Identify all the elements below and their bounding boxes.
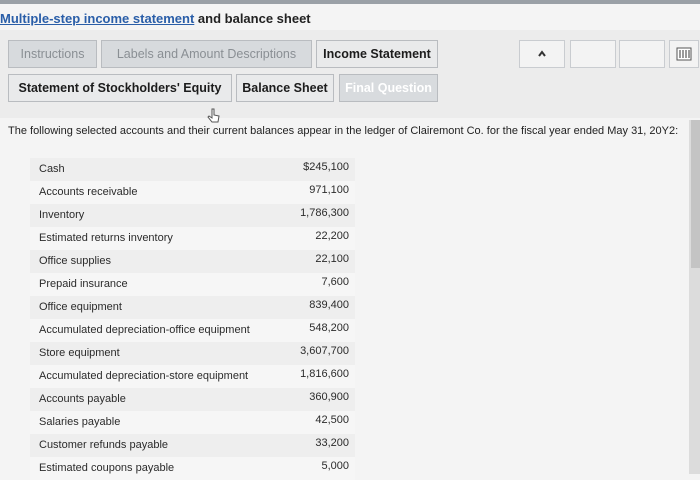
table-row: Estimated coupons payable 5,000 xyxy=(30,457,355,480)
table-row: Inventory 1,786,300 xyxy=(30,204,355,227)
calculator-icon[interactable] xyxy=(669,40,699,68)
account-amount: 7,600 xyxy=(321,276,349,288)
tab-final-question[interactable]: Final Question xyxy=(339,74,438,102)
table-row: Prepaid insurance 7,600 xyxy=(30,273,355,296)
page-title-rest: and balance sheet xyxy=(194,11,311,26)
account-amount: 3,607,700 xyxy=(300,345,349,357)
account-amount: 971,100 xyxy=(309,184,349,196)
account-name: Accounts payable xyxy=(39,393,126,405)
account-amount: 22,100 xyxy=(315,253,349,265)
intro-text: The following selected accounts and thei… xyxy=(8,125,679,137)
accounts-table: Cash $245,100 Accounts receivable 971,100 In… xyxy=(30,158,355,480)
tab-labels-and-amount-descriptions[interactable]: Labels and Amount Descriptions xyxy=(101,40,312,68)
tab-statement-of-stockholders-equity[interactable]: Statement of Stockholders' Equity xyxy=(8,74,232,102)
account-name: Inventory xyxy=(39,209,85,221)
account-amount: 839,400 xyxy=(309,299,349,311)
account-name: Accumulated depreciation-office equipmen… xyxy=(39,324,250,336)
tab-balance-sheet[interactable]: Balance Sheet xyxy=(236,74,334,102)
table-row: Customer refunds payable 33,200 xyxy=(30,434,355,457)
account-name: Estimated coupons payable xyxy=(39,462,175,474)
table-row: Office supplies 22,100 xyxy=(30,250,355,273)
page-title-link[interactable]: Multiple-step income statement xyxy=(0,11,194,26)
table-row: Accounts payable 360,900 xyxy=(30,388,355,411)
table-row: Accumulated depreciation-office equipmen… xyxy=(30,319,355,342)
table-row: Office equipment 839,400 xyxy=(30,296,355,319)
nav-slot-1[interactable] xyxy=(570,40,616,68)
account-amount: 360,900 xyxy=(309,391,349,403)
account-name: Salaries payable xyxy=(39,416,121,428)
top-border xyxy=(0,0,700,4)
table-row: Estimated returns inventory 22,200 xyxy=(30,227,355,250)
account-name: Accounts receivable xyxy=(39,186,138,198)
table-row: Accumulated depreciation-store equipment… xyxy=(30,365,355,388)
account-amount: 5,000 xyxy=(321,460,349,472)
account-name: Estimated returns inventory xyxy=(39,232,173,244)
chevron-left-icon[interactable] xyxy=(519,40,565,68)
tab-instructions[interactable]: Instructions xyxy=(8,40,97,68)
account-name: Customer refunds payable xyxy=(39,439,169,451)
account-amount: 1,786,300 xyxy=(300,207,349,219)
account-amount: $245,100 xyxy=(303,161,349,173)
account-name: Accumulated depreciation-store equipment xyxy=(39,370,249,382)
account-amount: 548,200 xyxy=(309,322,349,334)
table-row: Store equipment 3,607,700 xyxy=(30,342,355,365)
account-amount: 42,500 xyxy=(315,414,349,426)
table-row: Accounts receivable 971,100 xyxy=(30,181,355,204)
account-name: Cash xyxy=(39,163,65,175)
table-row: Cash $245,100 xyxy=(30,158,355,181)
account-amount: 33,200 xyxy=(315,437,349,449)
table-row: Salaries payable 42,500 xyxy=(30,411,355,434)
account-amount: 22,200 xyxy=(315,230,349,242)
nav-slot-2[interactable] xyxy=(619,40,665,68)
tab-income-statement[interactable]: Income Statement xyxy=(316,40,438,68)
account-name: Office supplies xyxy=(39,255,111,267)
scrollbar-thumb[interactable] xyxy=(691,120,700,268)
account-name: Store equipment xyxy=(39,347,120,359)
account-name: Prepaid insurance xyxy=(39,278,128,290)
page-title: Multiple-step income statement and balan… xyxy=(0,11,311,26)
account-amount: 1,816,600 xyxy=(300,368,349,380)
account-name: Office equipment xyxy=(39,301,122,313)
